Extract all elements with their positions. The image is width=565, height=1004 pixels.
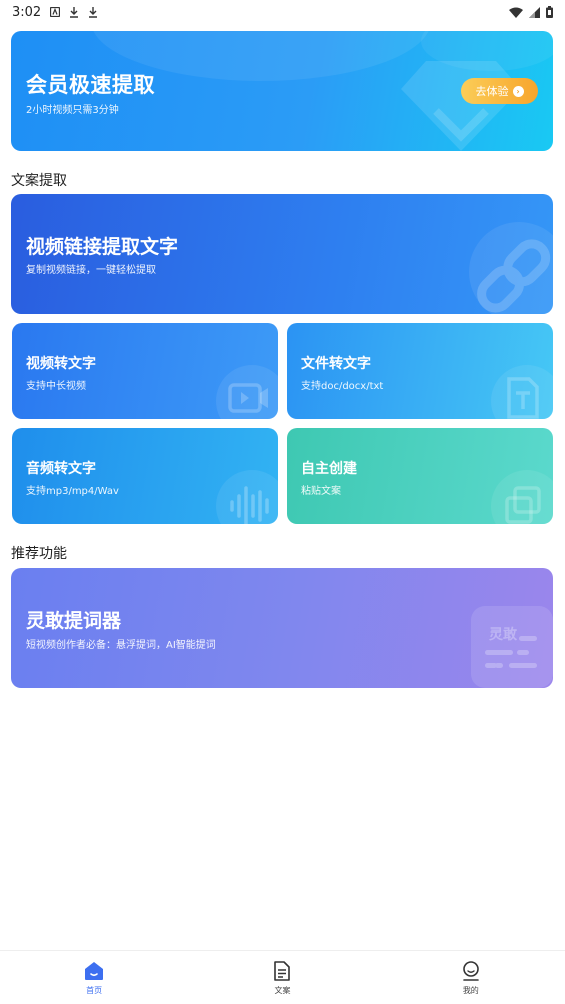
download-icon — [88, 6, 98, 18]
teleprompter-badge-text: 灵敢 — [489, 627, 517, 643]
status-time: 3:02 — [12, 4, 42, 20]
text-file-icon — [491, 365, 553, 419]
home-icon — [85, 962, 104, 980]
link-card-title: 视频链接提取文字 — [26, 236, 179, 258]
video-link-extract-card[interactable]: 视频链接提取文字 复制视频链接，一键轻松提取 — [11, 194, 553, 314]
teleprompter-title: 灵敢提词器 — [26, 610, 122, 632]
audio-to-text-card[interactable]: 音频转文字 支持mp3/mp4/Wav — [12, 428, 278, 524]
vip-subtitle: 2小时视频只需3分钟 — [26, 105, 119, 116]
video-to-text-title: 视频转文字 — [26, 356, 96, 372]
section-title-recommend: 推荐功能 — [11, 546, 67, 562]
teleprompter-subtitle: 短视频创作者必备：悬浮提词，AI智能提词 — [26, 640, 216, 651]
teleprompter-card[interactable]: 灵敢 灵敢提词器 短视频创作者必备：悬浮提词，AI智能提词 — [11, 568, 553, 688]
wifi-icon — [509, 7, 523, 18]
file-to-text-title: 文件转文字 — [301, 356, 371, 372]
self-create-card[interactable]: 自主创建 粘贴文案 — [287, 428, 553, 524]
try-now-button[interactable]: 去体验 › — [461, 78, 538, 104]
status-right — [509, 6, 553, 18]
status-bar: 3:02 — [0, 0, 565, 24]
section-title-extract: 文案提取 — [11, 173, 67, 189]
status-left: 3:02 — [12, 5, 98, 20]
bottom-navigation: 首页 文案 我的 — [0, 950, 565, 1004]
nav-profile-label: 我的 — [462, 986, 479, 995]
teleprompter-icon — [471, 606, 553, 688]
download-icon — [69, 6, 79, 18]
nav-home[interactable]: 首页 — [0, 951, 188, 1004]
nav-document-label: 文案 — [274, 986, 291, 995]
document-icon — [274, 961, 291, 981]
audio-to-text-subtitle: 支持mp3/mp4/Wav — [26, 486, 119, 497]
app-screen: 3:02 会员极速提取 2小时视频只需3分钟 去体验 › 文案提取 视频链接提取… — [0, 0, 565, 1004]
notification-a-icon — [50, 7, 61, 17]
chevron-right-icon: › — [512, 85, 524, 97]
sound-wave-icon — [216, 470, 278, 524]
nav-profile[interactable]: 我的 — [377, 951, 565, 1004]
signal-icon — [529, 6, 540, 18]
vip-banner[interactable]: 会员极速提取 2小时视频只需3分钟 去体验 › — [11, 31, 553, 151]
video-to-text-card[interactable]: 视频转文字 支持中长视频 — [12, 323, 278, 419]
vip-title: 会员极速提取 — [26, 73, 155, 97]
self-create-title: 自主创建 — [301, 461, 357, 477]
try-now-label: 去体验 — [475, 85, 509, 98]
video-camera-icon — [216, 365, 278, 419]
copy-icon — [491, 470, 553, 524]
link-icon — [469, 222, 553, 314]
audio-to-text-title: 音频转文字 — [26, 461, 96, 477]
video-to-text-subtitle: 支持中长视频 — [26, 381, 86, 392]
link-card-subtitle: 复制视频链接，一键轻松提取 — [26, 265, 156, 276]
self-create-subtitle: 粘贴文案 — [301, 486, 341, 497]
file-to-text-card[interactable]: 文件转文字 支持doc/docx/txt — [287, 323, 553, 419]
nav-document[interactable]: 文案 — [188, 951, 376, 1004]
nav-home-label: 首页 — [86, 986, 103, 995]
profile-icon — [463, 961, 479, 981]
battery-icon — [546, 6, 553, 18]
file-to-text-subtitle: 支持doc/docx/txt — [301, 381, 384, 392]
